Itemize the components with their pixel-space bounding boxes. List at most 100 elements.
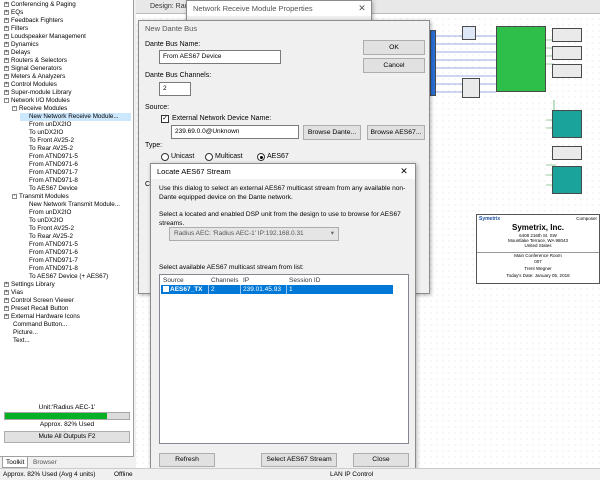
tree-item[interactable]: From unDX2IO: [20, 121, 131, 129]
column-header-channels[interactable]: Channels: [211, 277, 238, 284]
tree-item[interactable]: New Network Receive Module...: [20, 113, 131, 121]
ok-button[interactable]: OK: [363, 40, 425, 55]
expand-icon[interactable]: +: [4, 41, 9, 47]
browse-aes67-button[interactable]: Browse AES67...: [367, 125, 425, 140]
expand-icon[interactable]: +: [4, 65, 9, 71]
external-device-input[interactable]: 239.69.0.0@Unknown: [171, 125, 299, 139]
cancel-button[interactable]: Cancel: [363, 58, 425, 73]
tree-item[interactable]: Command Button...: [4, 321, 131, 329]
tree-item[interactable]: Picture...: [4, 329, 131, 337]
expand-icon[interactable]: +: [4, 9, 9, 15]
analog-outputs-block[interactable]: [552, 110, 582, 138]
column-header-session-id[interactable]: Session ID: [289, 277, 320, 284]
tree-item[interactable]: + Settings Library: [4, 281, 131, 289]
expand-icon[interactable]: +: [4, 281, 9, 287]
collapse-icon[interactable]: -: [4, 97, 9, 103]
close-icon[interactable]: ✕: [395, 164, 413, 179]
tree-item[interactable]: + Vias: [4, 289, 131, 297]
tree-item[interactable]: New Network Transmit Module...: [20, 201, 131, 209]
tree-item[interactable]: To unDX2IO: [20, 129, 131, 137]
tree-item[interactable]: To Rear AV25-2: [20, 145, 131, 153]
expand-icon[interactable]: +: [4, 289, 9, 295]
close-button[interactable]: Close: [353, 453, 409, 467]
tree-item[interactable]: + Meters & Analyzers: [4, 73, 131, 81]
tree-item[interactable]: To AES67 Device (+ AES67): [20, 273, 131, 281]
tree-item[interactable]: + Feedback Fighters: [4, 17, 131, 25]
tree-item[interactable]: Text...: [4, 337, 131, 345]
tree-item[interactable]: + Super-module Library: [4, 89, 131, 97]
output-block-2[interactable]: [552, 46, 582, 60]
tree-item[interactable]: From ATND971-7: [20, 257, 131, 265]
tree-item[interactable]: + Control Screen Viewer: [4, 297, 131, 305]
expand-icon[interactable]: +: [4, 81, 9, 87]
expand-icon[interactable]: +: [4, 57, 9, 63]
dante-outputs-block[interactable]: [552, 166, 582, 194]
tree-item[interactable]: + Signal Generators: [4, 65, 131, 73]
expand-icon[interactable]: +: [4, 25, 9, 31]
column-header-source[interactable]: Source: [163, 277, 184, 284]
expand-icon[interactable]: +: [4, 297, 9, 303]
expand-icon[interactable]: +: [4, 1, 9, 7]
expand-icon[interactable]: +: [4, 305, 9, 311]
tree-item[interactable]: To unDX2IO: [20, 217, 131, 225]
tree-item[interactable]: From ATND971-8: [20, 177, 131, 185]
output-block-4[interactable]: [552, 146, 582, 160]
tree-item[interactable]: To AES67 Device: [20, 185, 131, 193]
tree-item[interactable]: - Receive Modules: [12, 105, 131, 113]
column-header-ip[interactable]: IP: [243, 277, 249, 284]
browse-dante-button[interactable]: Browse Dante...: [303, 125, 361, 140]
bus-name-input[interactable]: From AES67 Device: [159, 50, 281, 64]
tab-toolkit[interactable]: Toolkit: [2, 457, 29, 468]
output-block-1[interactable]: [552, 28, 582, 42]
tree-item[interactable]: + Routers & Selectors: [4, 57, 131, 65]
row-checkbox[interactable]: [163, 286, 169, 292]
tree-item[interactable]: + Preset Recall Button: [4, 305, 131, 313]
type-unicast-radio[interactable]: [161, 153, 169, 161]
tree-item[interactable]: From ATND971-6: [20, 249, 131, 257]
tree-item[interactable]: From ATND971-7: [20, 169, 131, 177]
expand-icon[interactable]: +: [4, 73, 9, 79]
tree-item[interactable]: From ATND971-5: [20, 241, 131, 249]
external-device-checkbox[interactable]: ✓: [161, 115, 169, 123]
tree-item[interactable]: From ATND971-5: [20, 153, 131, 161]
tree-item[interactable]: From ATND971-6: [20, 161, 131, 169]
tree-item[interactable]: + Filters: [4, 25, 131, 33]
stream-list[interactable]: Source Channels IP Session ID AES67_TX 2…: [159, 274, 409, 444]
tab-browser[interactable]: Browser: [30, 457, 60, 468]
select-aes67-stream-button[interactable]: Select AES67 Stream: [261, 453, 337, 467]
tree-item[interactable]: To Front AV25-2: [20, 225, 131, 233]
tree-item[interactable]: + Loudspeaker Management: [4, 33, 131, 41]
table-row[interactable]: AES67_TX 2 239.01.45.93 1: [161, 285, 393, 294]
tree-item[interactable]: + Control Modules: [4, 81, 131, 89]
tree-item[interactable]: From unDX2IO: [20, 209, 131, 217]
tree-item[interactable]: + Conferencing & Paging: [4, 1, 131, 9]
type-multicast-radio[interactable]: [205, 153, 213, 161]
expand-icon[interactable]: +: [4, 313, 9, 319]
router-block[interactable]: [462, 26, 476, 40]
unit-select-dropdown[interactable]: Radius AEC: 'Radius AEC-1' IP:192.168.0.…: [169, 227, 339, 241]
type-aes67-radio[interactable]: [257, 153, 265, 161]
expand-icon[interactable]: +: [4, 17, 9, 23]
tree-item[interactable]: To Front AV25-2: [20, 137, 131, 145]
expand-icon[interactable]: +: [4, 49, 9, 55]
collapse-icon[interactable]: -: [12, 105, 17, 111]
tree-item[interactable]: From ATND971-8: [20, 265, 131, 273]
tree-item[interactable]: - Network I/O Modules: [4, 97, 131, 105]
tree-item[interactable]: To Rear AV25-2: [20, 233, 131, 241]
tree-item[interactable]: + External Hardware Icons: [4, 313, 131, 321]
tree-item[interactable]: + Delays: [4, 49, 131, 57]
mute-all-outputs-button[interactable]: Mute All Outputs F2: [4, 431, 130, 443]
tree-item[interactable]: + Dynamics: [4, 41, 131, 49]
processing-block[interactable]: [496, 26, 546, 92]
input-block[interactable]: [430, 30, 436, 96]
expand-icon[interactable]: +: [4, 89, 9, 95]
expand-icon[interactable]: +: [4, 33, 9, 39]
output-block-3[interactable]: [552, 64, 582, 78]
properties-close-icon[interactable]: ✕: [353, 1, 371, 16]
refresh-button[interactable]: Refresh: [159, 453, 215, 467]
collapse-icon[interactable]: -: [12, 193, 17, 199]
aux-block[interactable]: [462, 78, 480, 98]
bus-channels-input[interactable]: 2: [159, 82, 191, 96]
tree-item[interactable]: - Transmit Modules: [12, 193, 131, 201]
tree-item[interactable]: + EQs: [4, 9, 131, 17]
